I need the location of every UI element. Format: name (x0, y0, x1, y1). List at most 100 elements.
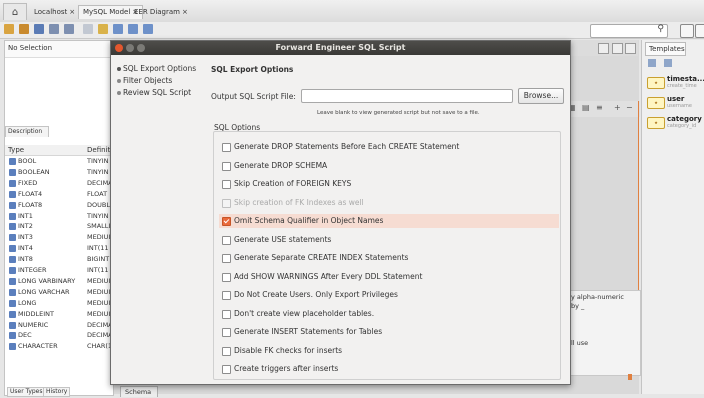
list-item[interactable]: FLOAT8 DOUBL (5, 200, 113, 211)
dialog-titlebar: Forward Engineer SQL Script (111, 41, 570, 55)
list-item[interactable]: FLOAT4 FLOAT (5, 189, 113, 200)
tab-localhost[interactable]: Localhost × (30, 6, 79, 19)
sql-option-label: Do Not Create Users. Only Export Privile… (234, 290, 398, 299)
list-item[interactable]: INT2 SMALLI (5, 221, 113, 232)
list-item[interactable]: LONG VARCHAR MEDIUI (5, 287, 113, 298)
document-icon[interactable] (83, 24, 93, 34)
type-name: LONG (18, 298, 37, 307)
sql-option[interactable]: Omit Schema Qualifier in Object Names (219, 214, 559, 228)
checkbox[interactable] (222, 272, 231, 282)
scroll-indicator (628, 374, 632, 380)
checkbox[interactable] (222, 161, 231, 171)
checkbox[interactable] (222, 309, 231, 319)
sql-option[interactable]: Skip Creation of FOREIGN KEYS (219, 177, 559, 191)
checkbox[interactable] (222, 143, 231, 152)
sql-option[interactable]: Generate DROP Statements Before Each CRE… (219, 140, 559, 154)
toggle-icon[interactable] (98, 24, 108, 34)
layout-icon[interactable] (128, 24, 138, 34)
panel-toggle-icon[interactable] (695, 24, 704, 38)
search-input[interactable]: ⚲ (590, 24, 668, 38)
template-subtitle: create_time (667, 83, 697, 89)
undo-icon[interactable] (49, 24, 59, 34)
browse-button[interactable]: Browse... (518, 88, 564, 104)
add-icon[interactable]: + (614, 103, 621, 112)
sql-option[interactable]: Generate Separate CREATE INDEX Statement… (219, 251, 559, 265)
tab-description[interactable]: Description (5, 126, 49, 137)
checkbox[interactable] (222, 291, 231, 300)
tab-localhost-label: Localhost (34, 8, 68, 16)
table-icon[interactable] (648, 59, 656, 67)
type-name: CHARACTER (18, 342, 58, 351)
close-icon[interactable]: × (182, 8, 188, 16)
tab-schema[interactable]: Schema (120, 386, 158, 397)
datatype-icon (9, 201, 16, 209)
datatype-icon (9, 343, 16, 351)
list-item[interactable]: INT1 TINYIN (5, 211, 113, 222)
wizard-step[interactable]: SQL Export Options (117, 64, 196, 73)
sql-option[interactable]: Generate USE statements (219, 233, 559, 247)
redo-icon[interactable] (64, 24, 74, 34)
checkbox[interactable] (222, 254, 231, 263)
list-item[interactable]: INTEGER INT(11 (5, 265, 113, 276)
list-item[interactable]: NUMERIC DECIMA (5, 320, 113, 331)
sql-option[interactable]: Generate DROP SCHEMA (219, 159, 559, 173)
datatype-icon (9, 234, 16, 242)
sql-option[interactable]: Disable FK checks for inserts (219, 344, 559, 358)
save-icon[interactable] (34, 24, 44, 34)
checkbox-checked[interactable] (222, 217, 231, 226)
template-icon: ★ (647, 77, 665, 89)
list-item[interactable]: LONG VARBINARY MEDIUI (5, 276, 113, 287)
list-item[interactable]: INT3 MEDIUI (5, 232, 113, 243)
tab-history[interactable]: History (43, 387, 71, 397)
type-name: INT2 (18, 222, 33, 231)
column-type[interactable]: Type (8, 146, 24, 154)
view-toggle-icon[interactable] (598, 43, 609, 54)
sql-option[interactable]: Generate INSERT Statements for Tables (219, 325, 559, 339)
sidebar-toggle-icon[interactable] (680, 24, 694, 38)
list-view-icon[interactable]: ≡ (596, 103, 603, 112)
column-definition[interactable]: Definiti (87, 146, 112, 154)
step-bullet-icon (117, 91, 121, 95)
layout-icon[interactable] (113, 24, 123, 34)
list-item[interactable]: BOOL TINYIN (5, 156, 113, 167)
wizard-step[interactable]: Review SQL Script (117, 88, 191, 97)
list-item[interactable]: MIDDLEINT MEDIUI (5, 309, 113, 320)
open-folder-icon[interactable] (19, 24, 29, 34)
list-item[interactable]: INT4 INT(11 (5, 243, 113, 254)
template-item[interactable]: ★ timesta... create_time (645, 74, 704, 92)
list-view-icon[interactable] (625, 43, 636, 54)
selection-dropdown[interactable]: No Selection (5, 41, 113, 58)
sql-option[interactable]: Do Not Create Users. Only Export Privile… (219, 288, 559, 302)
home-icon[interactable]: ⌂ (3, 3, 27, 20)
type-name: LONG VARBINARY (18, 276, 76, 285)
forward-engineer-dialog: Forward Engineer SQL Script SQL Export O… (110, 40, 571, 385)
checkbox[interactable] (222, 365, 231, 374)
list-item[interactable]: CHARACTER CHAR(1 (5, 341, 113, 352)
sql-option[interactable]: Don't create view placeholder tables. (219, 307, 559, 321)
grid-view-icon[interactable] (612, 43, 623, 54)
list-item[interactable]: BOOLEAN TINYIN (5, 167, 113, 178)
tab-templates[interactable]: Templates (645, 42, 686, 56)
close-icon[interactable]: × (69, 8, 75, 16)
checkbox[interactable] (222, 346, 231, 356)
checkbox[interactable] (222, 328, 231, 337)
tab-user-types[interactable]: User Types (7, 387, 46, 397)
wizard-step[interactable]: Filter Objects (117, 76, 172, 85)
list-item[interactable]: LONG MEDIUI (5, 298, 113, 309)
sql-option[interactable]: Create triggers after inserts (219, 362, 559, 376)
list-view-icon[interactable]: ▤ (582, 103, 590, 112)
table-icon[interactable] (664, 59, 672, 67)
tab-eer-diagram[interactable]: EER Diagram × (130, 6, 192, 19)
new-file-icon[interactable] (4, 24, 14, 34)
checkbox[interactable] (222, 180, 231, 189)
remove-icon[interactable]: − (626, 103, 633, 112)
output-file-input[interactable] (301, 89, 513, 103)
sql-option[interactable]: Add SHOW WARNINGS After Every DDL Statem… (219, 270, 559, 284)
list-item[interactable]: FIXED DECIMA (5, 178, 113, 189)
grid-icon[interactable] (143, 24, 153, 34)
template-item[interactable]: ★ category category_id (645, 114, 704, 132)
list-item[interactable]: INT8 BIGINT (5, 254, 113, 265)
list-item[interactable]: DEC DECIMA (5, 330, 113, 341)
template-item[interactable]: ★ user username (645, 94, 704, 112)
checkbox[interactable] (222, 235, 231, 245)
